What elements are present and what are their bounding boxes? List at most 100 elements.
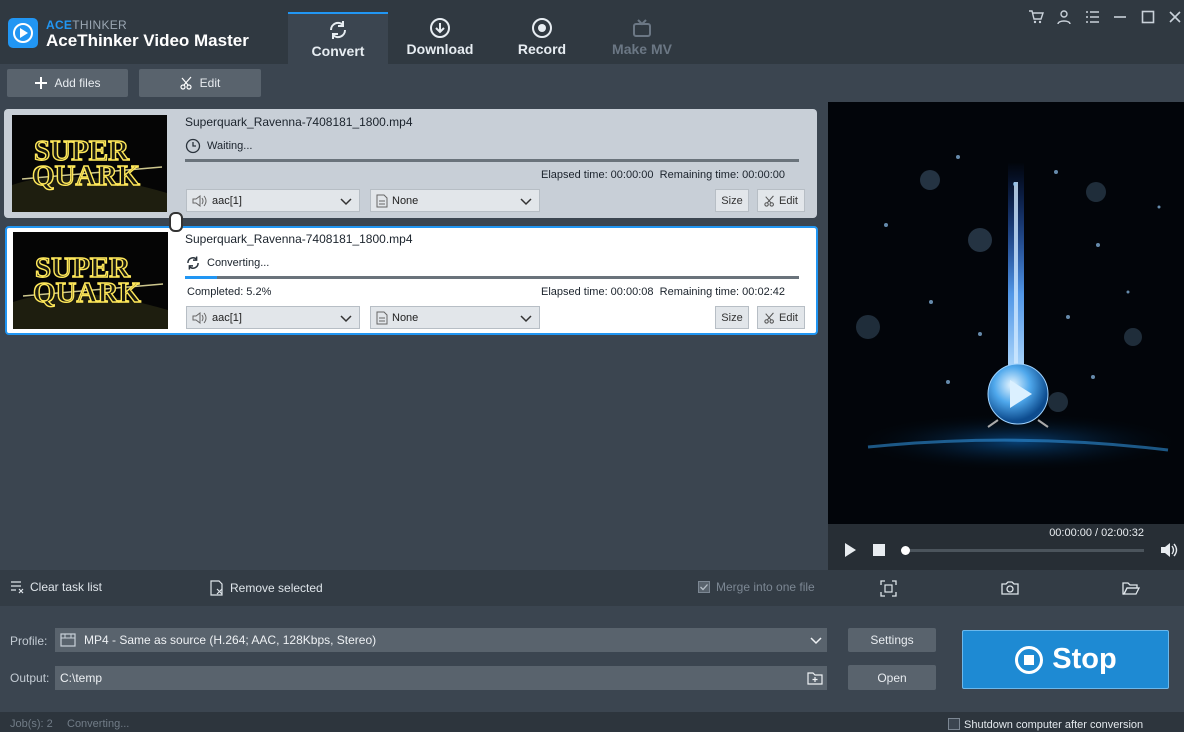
task-item[interactable]: SUPER QUARK Superquark_Ravenna-7408181_1… [5, 226, 818, 335]
chevron-down-icon [340, 198, 352, 206]
audio-track-select[interactable]: aac[1] [186, 306, 360, 329]
stop-button[interactable]: Stop [962, 630, 1169, 689]
merge-checkbox[interactable]: Merge into one file [698, 580, 815, 594]
maximize-icon[interactable] [1139, 8, 1157, 26]
audio-track-value: aac[1] [212, 194, 242, 207]
player-time: 00:00:00 / 02:00:32 [1049, 527, 1144, 539]
edit-button[interactable]: Edit [139, 69, 261, 97]
size-label: Size [721, 311, 743, 324]
stop-label: Stop [1052, 643, 1117, 675]
settings-label: Settings [870, 633, 914, 647]
task-item[interactable]: SUPER QUARK Superquark_Ravenna-7408181_1… [4, 109, 817, 218]
task-progress-bar [185, 276, 799, 279]
subtitle-select[interactable]: None [370, 189, 540, 212]
minimize-icon[interactable] [1111, 8, 1129, 26]
seek-bar[interactable] [901, 546, 1144, 555]
scissors-icon [764, 312, 774, 324]
task-edit-button[interactable]: Edit [757, 306, 805, 329]
task-edit-label: Edit [779, 311, 798, 324]
open-button[interactable]: Open [848, 665, 936, 690]
brand-wordmark: ACETHINKER [46, 18, 128, 32]
tab-label: Download [406, 41, 474, 57]
open-folder-icon[interactable] [1122, 580, 1140, 596]
scissors-icon [764, 195, 774, 207]
remove-file-icon [210, 580, 223, 596]
volume-icon[interactable] [1160, 542, 1178, 558]
merge-label: Merge into one file [716, 580, 815, 594]
scissors-icon [180, 76, 192, 90]
task-edit-button[interactable]: Edit [757, 189, 805, 212]
profile-select[interactable]: MP4 - Same as source (H.264; AAC, 128Kbp… [55, 628, 827, 652]
profile-label: Profile: [10, 634, 48, 648]
clear-task-list-label: Clear task list [30, 580, 103, 594]
clock-icon [185, 138, 201, 154]
video-thumbnail: SUPER QUARK [13, 232, 168, 329]
tab-download[interactable]: Download [390, 12, 490, 64]
size-button[interactable]: Size [715, 306, 749, 329]
merge-link-icon[interactable] [169, 212, 183, 232]
menu-icon[interactable] [1083, 8, 1101, 26]
chevron-down-icon [340, 315, 352, 323]
task-status: Waiting... [185, 138, 252, 154]
task-edit-label: Edit [779, 194, 798, 207]
tab-record[interactable]: Record [492, 12, 592, 64]
app-title: AceThinker Video Master [46, 31, 249, 50]
document-icon [376, 311, 388, 324]
cart-icon[interactable] [1027, 8, 1045, 26]
video-file-icon [60, 633, 76, 647]
video-preview [828, 102, 1184, 524]
camera-icon[interactable] [1001, 580, 1019, 596]
task-filename: Superquark_Ravenna-7408181_1800.mp4 [185, 232, 413, 246]
chevron-down-icon [520, 315, 532, 323]
task-status: Converting... [185, 255, 269, 271]
app-window: ACETHINKER AceThinker Video Master Conve… [0, 0, 1184, 732]
add-files-button[interactable]: Add files [7, 69, 128, 97]
checkbox-checked-icon [698, 581, 710, 593]
jobs-count: Job(s): 2 [10, 718, 53, 730]
thumb-text-2: QUARK [32, 160, 140, 192]
open-label: Open [877, 670, 907, 685]
subtitle-value: None [392, 311, 419, 324]
remove-selected-button[interactable]: Remove selected [210, 580, 323, 596]
title-bar: ACETHINKER AceThinker Video Master Conve… [0, 0, 1184, 64]
tv-icon [633, 19, 651, 37]
remaining-time: Remaining time: 00:00:00 [659, 169, 785, 181]
video-thumbnail: SUPER QUARK [12, 115, 167, 212]
output-label: Output: [10, 671, 50, 685]
close-icon[interactable] [1166, 8, 1184, 26]
profile-value: MP4 - Same as source (H.264; AAC, 128Kbp… [84, 633, 377, 647]
audio-track-select[interactable]: aac[1] [186, 189, 360, 212]
task-status-text: Converting... [207, 257, 270, 269]
tab-label: Record [517, 41, 567, 57]
refresh-icon [329, 21, 347, 39]
chevron-down-icon [810, 637, 822, 645]
output-path-field[interactable]: C:\temp [55, 666, 827, 690]
task-list: SUPER QUARK Superquark_Ravenna-7408181_1… [0, 102, 826, 570]
tab-label: Convert [311, 43, 365, 59]
speaker-icon [192, 194, 207, 207]
document-icon [376, 194, 388, 207]
shutdown-checkbox[interactable] [948, 718, 960, 730]
fullscreen-icon[interactable] [880, 580, 897, 597]
tab-convert[interactable]: Convert [288, 12, 388, 64]
task-progress-bar [185, 159, 799, 162]
browse-folder-icon[interactable] [807, 670, 823, 685]
seek-handle[interactable] [901, 546, 910, 555]
size-button[interactable]: Size [715, 189, 749, 212]
tab-label: Make MV [612, 41, 672, 57]
user-icon[interactable] [1055, 8, 1073, 26]
record-icon [532, 18, 552, 38]
player-controls: 00:00:00 / 02:00:32 [828, 524, 1184, 570]
settings-button[interactable]: Settings [848, 628, 936, 652]
shutdown-label: Shutdown computer after conversion [964, 719, 1144, 731]
tab-make-mv[interactable]: Make MV [592, 12, 692, 64]
plus-icon [35, 77, 48, 89]
subtitle-select[interactable]: None [370, 306, 540, 329]
elapsed-time: Elapsed time: 00:00:08 [540, 286, 654, 298]
stop-icon[interactable] [872, 543, 886, 557]
chevron-down-icon [520, 198, 532, 206]
play-icon[interactable] [843, 542, 857, 558]
edit-label: Edit [199, 76, 221, 90]
clear-task-list-button[interactable]: Clear task list [10, 580, 102, 594]
toolbar: Add files Edit [0, 64, 1184, 102]
